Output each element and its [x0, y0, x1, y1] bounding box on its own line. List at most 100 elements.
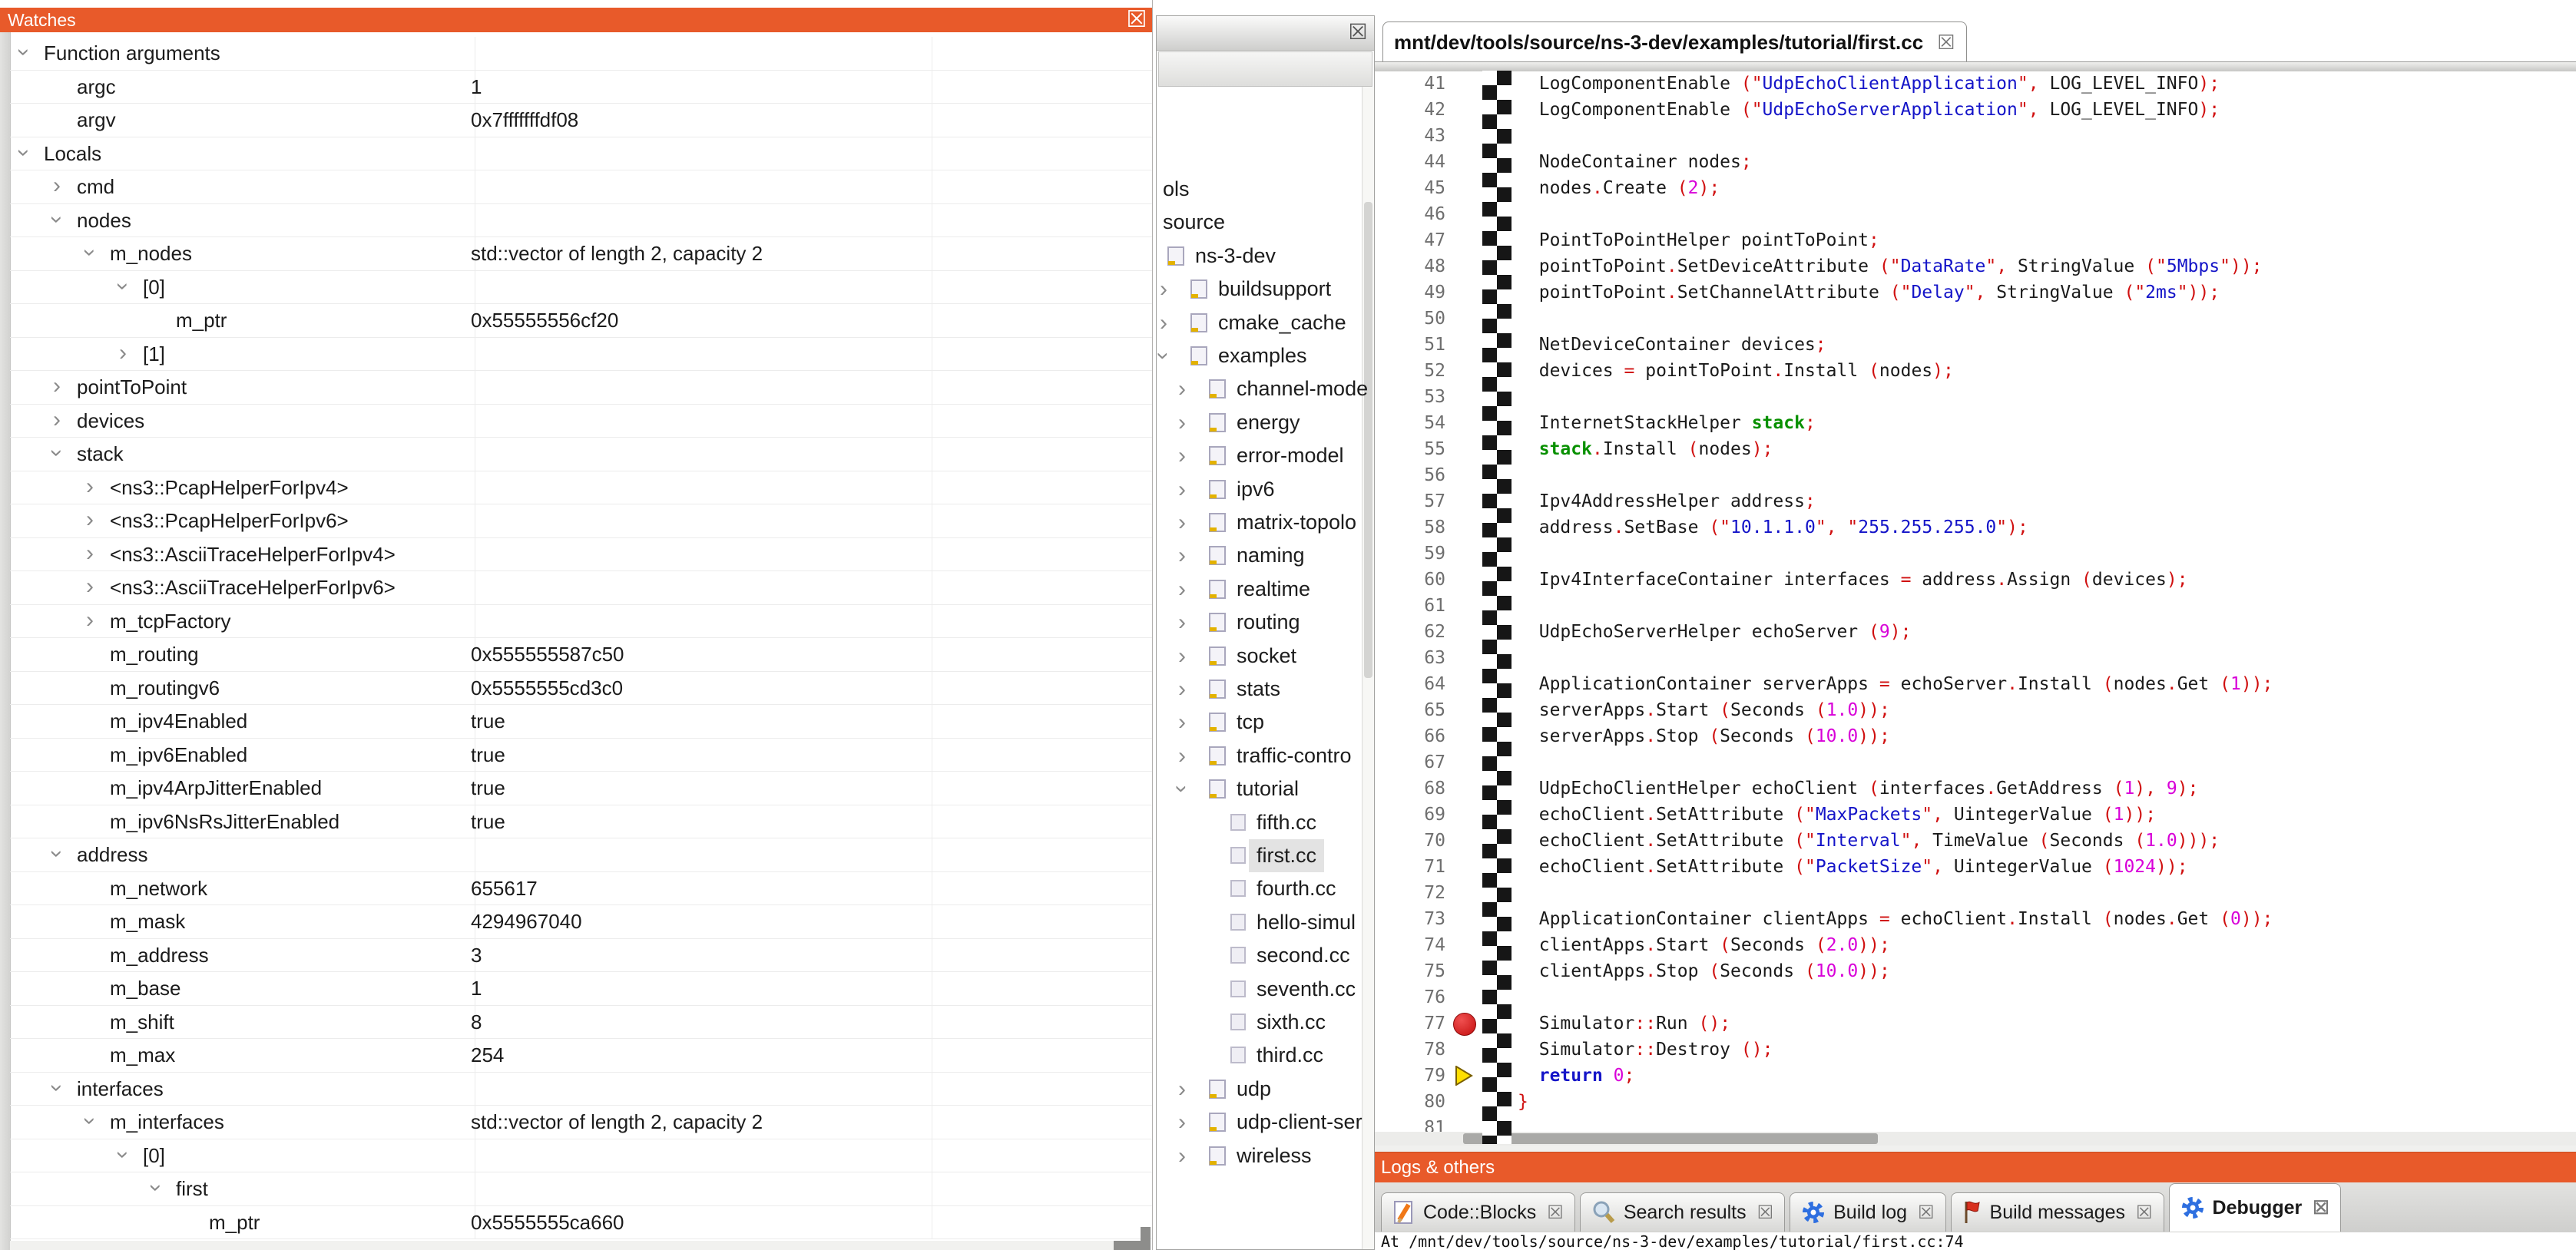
chevron-down-icon[interactable]: › [41, 440, 72, 466]
code-line-70[interactable]: 70 echoClient.SetAttribute ("Interval", … [1375, 828, 2576, 854]
watch-row[interactable]: ›address [10, 838, 1152, 872]
log-tab-search-results[interactable]: Search results☒ [1580, 1192, 1785, 1232]
code-line-64[interactable]: 64 ApplicationContainer serverApps = ech… [1375, 671, 2576, 697]
code-line-63[interactable]: 63 [1375, 645, 2576, 671]
chevron-right-icon[interactable]: › [44, 170, 70, 201]
watch-row[interactable]: m_routing0x555555587c50 [10, 638, 1152, 672]
chevron-right-icon[interactable]: › [44, 371, 70, 402]
watch-row[interactable]: ›Function arguments [10, 37, 1152, 71]
tree-item-cmake-cache[interactable]: ›cmake_cache [1157, 306, 1374, 339]
breakpoint-icon[interactable] [1453, 1013, 1476, 1036]
code-line-48[interactable]: 48 pointToPoint.SetDeviceAttribute ("Dat… [1375, 253, 2576, 279]
tree-item-source[interactable]: source [1157, 206, 1374, 239]
code-line-56[interactable]: 56 [1375, 462, 2576, 488]
tree-item-sixth.cc[interactable]: sixth.cc [1157, 1006, 1374, 1039]
code-line-55[interactable]: 55 stack.Install (nodes); [1375, 436, 2576, 462]
watch-row[interactable]: ›first [10, 1172, 1152, 1206]
watch-row[interactable]: ›<ns3::PcapHelperForIpv4> [10, 471, 1152, 505]
chevron-right-icon[interactable]: › [77, 571, 103, 602]
watch-row[interactable]: ›[1] [10, 338, 1152, 372]
code-line-53[interactable]: 53 [1375, 384, 2576, 410]
tree-item-fourth.cc[interactable]: fourth.cc [1157, 872, 1374, 905]
code-line-42[interactable]: 42 LogComponentEnable ("UdpEchoServerApp… [1375, 97, 2576, 123]
chevron-down-icon[interactable]: › [1166, 776, 1199, 802]
chevron-right-icon[interactable]: › [1169, 539, 1195, 572]
code-line-49[interactable]: 49 pointToPoint.SetChannelAttribute ("De… [1375, 279, 2576, 306]
tree-item-hello-simul[interactable]: hello-simul [1157, 906, 1374, 939]
watch-row[interactable]: m_ptr0x5555555ca660 [10, 1206, 1152, 1240]
tab-close-icon[interactable]: ☒ [1757, 1202, 1774, 1224]
watch-row[interactable]: ›m_tcpFactory [10, 605, 1152, 639]
editor-horizontal-scrollbar[interactable] [1375, 1132, 2576, 1146]
code-line-59[interactable]: 59 [1375, 541, 2576, 567]
code-line-69[interactable]: 69 echoClient.SetAttribute ("MaxPackets"… [1375, 802, 2576, 828]
code-line-75[interactable]: 75 clientApps.Stop (Seconds (10.0)); [1375, 958, 2576, 984]
chevron-right-icon[interactable]: › [77, 538, 103, 569]
code-line-74[interactable]: 74 clientApps.Start (Seconds (2.0)); [1375, 932, 2576, 958]
watch-row[interactable]: ›<ns3::AsciiTraceHelperForIpv4> [10, 538, 1152, 572]
code-line-45[interactable]: 45 nodes.Create (2); [1375, 175, 2576, 201]
chevron-down-icon[interactable]: › [1157, 343, 1180, 369]
code-line-78[interactable]: 78 Simulator::Destroy (); [1375, 1037, 2576, 1063]
tree-item-ns-3-dev[interactable]: ns-3-dev [1157, 240, 1374, 273]
code-line-68[interactable]: 68 UdpEchoClientHelper echoClient (inter… [1375, 775, 2576, 802]
tree-item-seventh.cc[interactable]: seventh.cc [1157, 973, 1374, 1006]
chevron-right-icon[interactable]: › [1169, 606, 1195, 639]
watch-row[interactable]: argv0x7fffffffdf08 [10, 104, 1152, 137]
watch-row[interactable]: ›cmd [10, 170, 1152, 204]
watch-row[interactable]: ›<ns3::PcapHelperForIpv6> [10, 504, 1152, 538]
chevron-down-icon[interactable]: › [41, 1075, 72, 1101]
tree-item-routing[interactable]: ›routing [1157, 606, 1374, 639]
editor-hscroll-thumb[interactable] [1463, 1133, 1878, 1144]
tree-item-third.cc[interactable]: third.cc [1157, 1039, 1374, 1072]
watches-hscroll-trough[interactable] [10, 1241, 1116, 1250]
watch-row[interactable]: m_ipv4ArpJitterEnabledtrue [10, 772, 1152, 805]
watch-row[interactable]: ›[0] [10, 271, 1152, 305]
chevron-down-icon[interactable]: › [10, 39, 39, 65]
chevron-down-icon[interactable]: › [74, 240, 105, 266]
watch-row[interactable]: ›nodes [10, 204, 1152, 238]
management-close-icon[interactable]: ☒ [1348, 22, 1368, 42]
watch-row[interactable]: ›[0] [10, 1139, 1152, 1173]
code-line-72[interactable]: 72 [1375, 880, 2576, 906]
watch-row[interactable]: ›devices [10, 405, 1152, 438]
watch-row[interactable]: ›Locals [10, 137, 1152, 171]
log-tab-build-log[interactable]: Build log☒ [1790, 1192, 1945, 1232]
tree-item-traffic-contro[interactable]: ›traffic-contro [1157, 739, 1374, 772]
tree-item-wireless[interactable]: ›wireless [1157, 1139, 1374, 1172]
code-line-54[interactable]: 54 InternetStackHelper stack; [1375, 410, 2576, 436]
tree-item-ipv6[interactable]: ›ipv6 [1157, 473, 1374, 506]
watch-row[interactable]: m_shift8 [10, 1006, 1152, 1040]
code-line-41[interactable]: 41 LogComponentEnable ("UdpEchoClientApp… [1375, 71, 2576, 97]
watch-row[interactable]: ›interfaces [10, 1073, 1152, 1106]
code-line-79[interactable]: 79 return 0; [1375, 1063, 2576, 1089]
watch-row[interactable]: m_network655617 [10, 872, 1152, 906]
tree-item-error-model[interactable]: ›error-model [1157, 439, 1374, 472]
watch-row[interactable]: ›<ns3::AsciiTraceHelperForIpv6> [10, 571, 1152, 605]
chevron-right-icon[interactable]: › [1169, 439, 1195, 472]
code-line-80[interactable]: 80} [1375, 1089, 2576, 1115]
watch-row[interactable]: ›m_nodesstd::vector of length 2, capacit… [10, 237, 1152, 271]
breakpoint-gutter[interactable] [1482, 71, 1511, 1144]
chevron-right-icon[interactable]: › [77, 471, 103, 502]
chevron-down-icon[interactable]: › [41, 207, 72, 233]
code-line-58[interactable]: 58 address.SetBase ("10.1.1.0", "255.255… [1375, 514, 2576, 541]
chevron-right-icon[interactable]: › [1169, 506, 1195, 539]
chevron-right-icon[interactable]: › [1169, 673, 1195, 706]
chevron-right-icon[interactable]: › [1169, 473, 1195, 506]
tab-close-icon[interactable]: ☒ [1918, 1202, 1935, 1224]
chevron-right-icon[interactable]: › [110, 338, 136, 369]
code-line-71[interactable]: 71 echoClient.SetAttribute ("PacketSize"… [1375, 854, 2576, 880]
watch-row[interactable]: m_mask4294967040 [10, 905, 1152, 939]
watch-row[interactable]: m_ptr0x55555556cf20 [10, 304, 1152, 338]
tree-item-naming[interactable]: ›naming [1157, 539, 1374, 572]
chevron-down-icon[interactable]: › [108, 1142, 138, 1168]
watch-row[interactable]: ›pointToPoint [10, 371, 1152, 405]
chevron-right-icon[interactable]: › [77, 605, 103, 636]
watches-titlebar[interactable]: Watches ☒ [0, 8, 1152, 32]
tree-item-udp[interactable]: ›udp [1157, 1073, 1374, 1106]
code-line-65[interactable]: 65 serverApps.Start (Seconds (1.0)); [1375, 697, 2576, 723]
chevron-right-icon[interactable]: › [1169, 406, 1195, 439]
log-tab-code--blocks[interactable]: Code::Blocks☒ [1381, 1192, 1575, 1232]
tree-item-socket[interactable]: ›socket [1157, 640, 1374, 673]
